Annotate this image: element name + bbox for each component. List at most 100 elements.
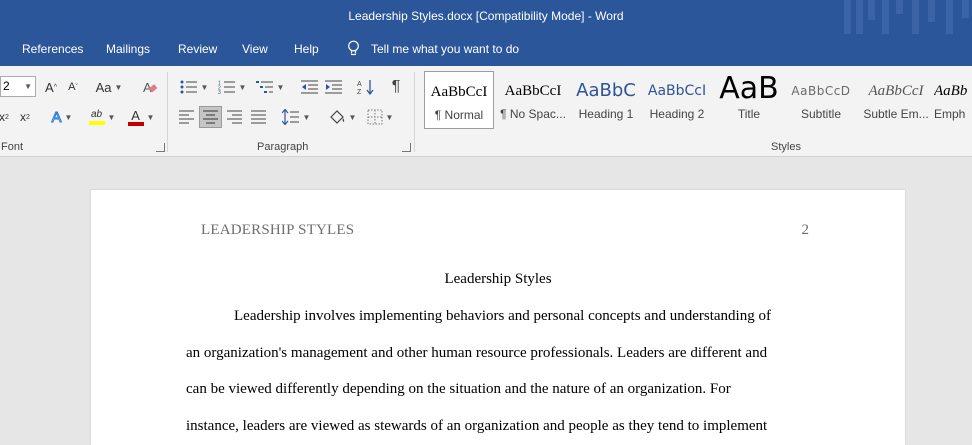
style-name: Heading 1 [578, 107, 634, 121]
shading-button[interactable]: ▼ [326, 106, 358, 128]
increase-indent-button[interactable] [324, 76, 344, 98]
pilcrow-icon: ¶ [391, 78, 401, 95]
ribbon-home: 2 ▼ A ^ Aˇ Aa ▼ A x2 x2 A ▼ ab ▼ A ▼ Font [0, 66, 972, 157]
style-title[interactable]: AaB Title [714, 71, 784, 129]
tell-me-label: Tell me what you want to do [371, 41, 520, 56]
text-effects-button[interactable]: A ▼ [46, 106, 78, 128]
borders-icon [367, 109, 383, 125]
chevron-down-icon: ▼ [24, 82, 32, 91]
chevron-down-icon: ▼ [348, 112, 357, 122]
borders-button[interactable]: ▼ [364, 106, 396, 128]
running-header: LEADERSHIP STYLES [201, 222, 355, 238]
style-name: Title [737, 107, 761, 121]
change-case-button[interactable]: Aa ▼ [94, 76, 124, 98]
style-preview: AaBbCcI [868, 83, 924, 99]
chevron-down-icon: ▼ [276, 82, 285, 92]
tab-review[interactable]: Review [178, 42, 217, 56]
tab-help[interactable]: Help [294, 42, 319, 56]
title-bar-decoration [842, 0, 972, 34]
superscript-button[interactable]: x2 [16, 106, 34, 128]
chevron-down-icon: ▼ [238, 82, 247, 92]
tell-me-search[interactable]: Tell me what you want to do [346, 40, 519, 57]
line-spacing-icon [281, 109, 299, 125]
chevron-down-icon: ▼ [146, 112, 155, 122]
chevron-down-icon: ▼ [385, 112, 394, 122]
body-line: instance, leaders are viewed as stewards… [186, 418, 768, 434]
bullets-button[interactable]: ▼ [178, 76, 210, 98]
tab-view[interactable]: View [242, 42, 268, 56]
window-title: Leadership Styles.docx [Compatibility Mo… [348, 9, 624, 23]
paragraph-group-label: Paragraph [257, 141, 309, 153]
justify-icon [251, 110, 266, 124]
highlighter-glyph: ab [90, 109, 103, 120]
style-name: Subtle Em... [863, 107, 929, 121]
style-emphasis[interactable]: AaBb Emph [934, 71, 972, 129]
font-size-dropdown[interactable]: 2 ▼ [0, 76, 36, 97]
show-hide-marks-button[interactable]: ¶ [386, 76, 406, 98]
sort-button[interactable]: A Z [356, 76, 376, 98]
style-heading-1[interactable]: AaBbC Heading 1 [570, 71, 642, 129]
style-subtitle[interactable]: AaBbCcD Subtitle [786, 71, 856, 129]
document-title: Leadership Styles [444, 271, 552, 287]
lightbulb-icon [348, 40, 359, 56]
paragraph-dialog-launcher[interactable] [402, 143, 411, 152]
styles-gallery: AaBbCcI ¶ Normal AaBbCcI ¶ No Spac... Aa… [424, 71, 972, 133]
tab-mailings[interactable]: Mailings [106, 42, 150, 56]
styles-group-label: Styles [771, 141, 801, 153]
page-number: 2 [801, 222, 810, 238]
chevron-down-icon: ▼ [200, 82, 209, 92]
style-subtle-emphasis[interactable]: AaBbCcI Subtle Em... [860, 71, 932, 129]
line-spacing-button[interactable]: ▼ [280, 106, 312, 128]
style-name: ¶ Normal [434, 108, 484, 122]
font-color-glyph: A [131, 107, 140, 123]
multilevel-list-button[interactable]: ▼ [254, 76, 286, 98]
style-preview: AaBb [934, 83, 968, 99]
tab-references[interactable]: References [22, 42, 83, 56]
align-left-button[interactable] [176, 106, 198, 128]
sort-az-icon: A Z [357, 80, 374, 95]
justify-button[interactable] [248, 106, 270, 128]
style-preview: AaBbCcD [791, 84, 851, 98]
style-preview: AaB [719, 71, 779, 106]
subscript-button[interactable]: x2 [0, 106, 12, 128]
paint-bucket-icon [329, 110, 344, 124]
style-no-spacing[interactable]: AaBbCcI ¶ No Spac... [498, 71, 568, 129]
numbering-button[interactable]: 1 2 3 ▼ [216, 76, 248, 98]
grow-font-button[interactable]: A ^ [42, 76, 60, 98]
style-preview: AaBbCcI [504, 83, 562, 99]
title-bar: Leadership Styles.docx [Compatibility Mo… [0, 0, 972, 34]
align-right-button[interactable] [224, 106, 246, 128]
align-center-button[interactable] [199, 106, 222, 128]
highlight-color-button[interactable]: ab ▼ [84, 106, 120, 128]
style-heading-2[interactable]: AaBbCcI Heading 2 [644, 71, 710, 129]
shrink-font-icon: A [68, 81, 76, 93]
increase-indent-icon [325, 80, 342, 94]
svg-text:3: 3 [218, 90, 221, 94]
decrease-indent-icon [301, 80, 318, 94]
chevron-down-icon: ▼ [64, 112, 73, 122]
font-group-label: Font [1, 141, 24, 153]
eraser-icon: A [143, 80, 158, 95]
font-size-value: 2 [3, 79, 10, 93]
chevron-down-icon: ▼ [114, 82, 123, 92]
body-line: Leadership involves implementing behavio… [234, 308, 771, 324]
body-line: can be viewed differently depending on t… [186, 381, 731, 397]
chevron-down-icon: ▼ [107, 112, 116, 122]
style-name: Subtitle [800, 107, 842, 121]
highlighter-icon: ab [88, 109, 105, 125]
ribbon-tabs: References Mailings Review View Help Tel… [0, 34, 972, 66]
grow-font-icon: A [45, 79, 54, 95]
numbered-list-icon: 1 2 3 [218, 81, 235, 94]
font-color-button[interactable]: A ▼ [124, 106, 158, 128]
style-normal[interactable]: AaBbCcI ¶ Normal [424, 71, 494, 129]
style-name: ¶ No Spac... [500, 107, 566, 121]
align-right-icon [227, 110, 242, 124]
group-divider [414, 72, 415, 152]
document-page[interactable]: LEADERSHIP STYLES 2 Leadership Styles Le… [91, 190, 905, 445]
font-dialog-launcher[interactable] [156, 143, 165, 152]
shrink-font-button[interactable]: Aˇ [64, 76, 82, 98]
text-effects-icon: A [51, 108, 62, 126]
decrease-indent-button[interactable] [300, 76, 320, 98]
bullet-list-icon [180, 80, 197, 94]
clear-formatting-button[interactable]: A [140, 76, 160, 98]
